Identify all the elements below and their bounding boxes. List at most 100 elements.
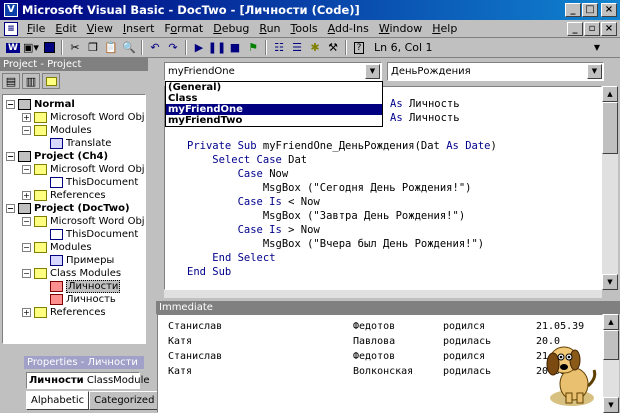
redo-icon[interactable]: ↷ <box>164 40 182 56</box>
design-mode-icon[interactable]: ⚑ <box>244 40 262 56</box>
code-horizontal-scrollbar[interactable] <box>164 290 602 298</box>
scroll-down-icon[interactable]: ▼ <box>602 274 618 290</box>
expand-icon[interactable]: + <box>22 191 31 200</box>
toggle-folders-icon[interactable] <box>42 73 60 89</box>
code-keyword: As <box>446 140 459 152</box>
project-icon <box>18 203 31 214</box>
tree-item[interactable]: ThisDocument <box>38 176 138 189</box>
collapse-icon[interactable]: − <box>22 165 31 174</box>
dropdown-option[interactable]: myFriendOne <box>166 104 382 115</box>
view-object-icon[interactable]: ▥ <box>22 73 40 89</box>
properties-object-select[interactable]: Личности ClassModule <box>26 372 150 389</box>
menu-window[interactable]: Window <box>374 22 427 35</box>
tree-item[interactable]: − Class Modules <box>22 267 121 280</box>
break-icon[interactable]: ❚❚ <box>208 40 226 56</box>
toolbox-icon[interactable]: ⚒ <box>324 40 342 56</box>
tab-alphabetic[interactable]: Alphabetic <box>26 391 90 410</box>
scroll-thumb[interactable] <box>602 102 618 154</box>
tree-item[interactable]: Примеры <box>38 254 114 267</box>
help-icon[interactable]: ? <box>350 40 368 56</box>
collapse-icon[interactable]: − <box>22 269 31 278</box>
scroll-thumb[interactable] <box>603 330 619 360</box>
run-icon[interactable]: ▶ <box>190 40 208 56</box>
collapse-icon[interactable]: − <box>22 126 31 135</box>
menu-format[interactable]: Format <box>159 22 208 35</box>
project-explorer-icon[interactable]: ☷ <box>270 40 288 56</box>
mdi-restore-button[interactable]: ▫ <box>584 22 600 36</box>
vb-icon[interactable]: V <box>4 3 18 17</box>
chevron-down-icon[interactable]: ▼ <box>365 64 380 79</box>
undo-icon[interactable]: ↶ <box>146 40 164 56</box>
tree-item[interactable]: ThisDocument <box>38 228 138 241</box>
expand-icon[interactable]: + <box>22 113 31 122</box>
class-module-icon <box>50 294 63 305</box>
save-icon[interactable] <box>40 40 58 56</box>
tree-item[interactable]: − Modules <box>22 241 92 254</box>
tree-item[interactable]: − Project (Ch4) <box>6 150 108 163</box>
tree-item[interactable]: + References <box>22 189 106 202</box>
document-icon[interactable]: ≡ <box>4 21 18 36</box>
mdi-minimize-button[interactable]: _ <box>567 22 583 36</box>
collapse-icon[interactable]: − <box>6 152 15 161</box>
object-browser-icon[interactable]: ✱ <box>306 40 324 56</box>
collapse-icon[interactable]: − <box>22 217 31 226</box>
toolbar-options-icon[interactable]: ▼ <box>588 40 606 56</box>
collapse-icon[interactable]: − <box>6 204 15 213</box>
chevron-down-icon[interactable]: ▼ <box>587 64 602 79</box>
scroll-down-icon[interactable]: ▼ <box>603 397 619 413</box>
maximize-button[interactable]: □ <box>582 3 598 17</box>
tree-item[interactable]: − Project (DocTwo) <box>6 202 130 215</box>
procedure-combo[interactable]: ДеньРождения ▼ <box>387 62 604 81</box>
menu-file[interactable]: File <box>22 22 50 35</box>
menu-edit[interactable]: Edit <box>50 22 81 35</box>
mdi-close-button[interactable]: × <box>601 22 617 36</box>
code-vertical-scrollbar[interactable]: ▲ ▼ <box>602 86 618 290</box>
immediate-output[interactable]: Станислав Федотов родился 21.05.39 Катя Павло… <box>157 314 603 413</box>
tree-item[interactable]: + Microsoft Word Objects <box>22 111 145 124</box>
scroll-up-icon[interactable]: ▲ <box>602 86 618 102</box>
project-toolbar: ▤ ▥ <box>2 73 60 89</box>
word-icon[interactable]: W <box>4 40 22 56</box>
dropdown-option[interactable]: myFriendTwo <box>166 115 382 126</box>
cursor-position: Ln 6, Col 1 <box>374 41 433 54</box>
menu-view[interactable]: View <box>82 22 118 35</box>
immediate-vertical-scrollbar[interactable]: ▲ ▼ <box>603 314 619 413</box>
collapse-icon[interactable]: − <box>22 243 31 252</box>
tree-item[interactable]: − Modules <box>22 124 92 137</box>
menu-debug[interactable]: Debug <box>208 22 254 35</box>
tree-item[interactable]: Личность <box>38 293 116 306</box>
collapse-icon[interactable]: − <box>6 100 15 109</box>
tree-item[interactable]: − Microsoft Word Objects <box>22 215 145 228</box>
menu-tools[interactable]: Tools <box>286 22 323 35</box>
view-code-icon[interactable]: ▤ <box>2 73 20 89</box>
menu-help[interactable]: Help <box>427 22 462 35</box>
tree-item[interactable]: − Microsoft Word Objects <box>22 163 145 176</box>
tab-categorized[interactable]: Categorized <box>89 391 160 410</box>
code-keyword: Select Case <box>212 154 282 166</box>
find-icon[interactable]: 🔍 <box>120 40 138 56</box>
tree-item[interactable]: − Normal <box>6 98 75 111</box>
code-keyword: As <box>390 98 403 110</box>
menu-run[interactable]: Run <box>254 22 285 35</box>
properties-icon[interactable]: ☰ <box>288 40 306 56</box>
tree-item[interactable]: + References <box>22 306 106 319</box>
scroll-up-icon[interactable]: ▲ <box>603 314 619 330</box>
office-assistant-dog-icon[interactable] <box>542 338 600 408</box>
code-text: ) <box>490 140 497 152</box>
menu-insert[interactable]: Insert <box>118 22 160 35</box>
paste-icon[interactable]: 📋 <box>102 40 120 56</box>
cut-icon[interactable]: ✂ <box>66 40 84 56</box>
reset-icon[interactable]: ■ <box>226 40 244 56</box>
close-button[interactable]: × <box>601 3 617 17</box>
tree-item[interactable]: Личности <box>38 280 121 293</box>
object-combo[interactable]: myFriendOne ▼ <box>164 62 382 81</box>
menu-addins[interactable]: Add-Ins <box>323 22 374 35</box>
insert-module-icon[interactable]: ▣▾ <box>22 40 40 56</box>
minimize-button[interactable]: _ <box>565 3 581 17</box>
expand-icon[interactable]: + <box>22 308 31 317</box>
dropdown-option[interactable]: Class <box>166 93 382 104</box>
dropdown-option[interactable]: (General) <box>166 82 382 93</box>
tree-item[interactable]: Translate <box>38 137 111 150</box>
code-text: myFriendOne_ДеньРождения(Dat <box>256 140 447 152</box>
copy-icon[interactable]: ❐ <box>84 40 102 56</box>
